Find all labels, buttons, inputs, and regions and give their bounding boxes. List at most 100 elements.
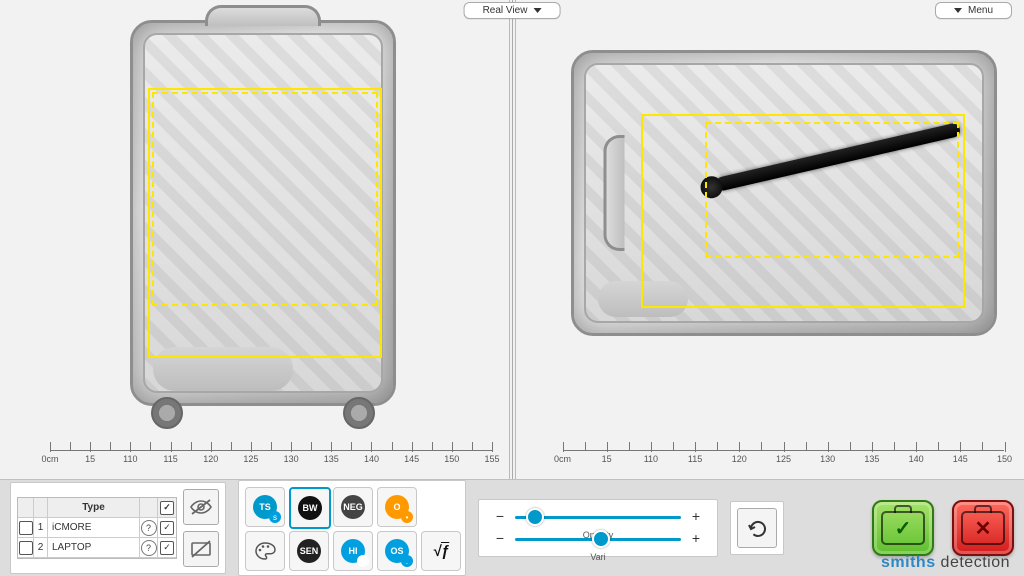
mode-ts-button[interactable]: TSs: [245, 487, 285, 527]
help-icon[interactable]: ?: [141, 520, 157, 536]
mode-orange-button[interactable]: O•: [377, 487, 417, 527]
row-visible-checkbox[interactable]: [160, 541, 174, 555]
vari-thumb[interactable]: [592, 530, 610, 548]
ruler-tick-label: 115: [163, 454, 177, 464]
threat-table-cluster: Type 1 iCMORE ? 2 LAPTOP ?: [10, 482, 226, 574]
ruler-tick-label: 0cm: [41, 454, 58, 464]
left-view-pane[interactable]: 0cm 15 110 115 120 125 130 135 140 145 150 155: [0, 0, 513, 480]
opacity-slider-row: − Opacity +: [493, 510, 703, 524]
mode-bw-button[interactable]: BW: [289, 487, 331, 529]
mode-subbadge: •: [401, 511, 413, 523]
suitcase-icon: ✕: [961, 511, 1005, 545]
opacity-slider[interactable]: Opacity: [515, 516, 681, 519]
suitcase-icon: ✓: [881, 511, 925, 545]
threat-table: Type 1 iCMORE ? 2 LAPTOP ?: [17, 497, 177, 559]
mode-neg-button[interactable]: NEG: [333, 487, 373, 527]
mode-badge: NEG: [341, 495, 365, 519]
mode-cluster: TSsBW NEG O• SEN HIIOS. √ƒ: [238, 480, 466, 576]
undo-cluster: [730, 501, 784, 555]
mode-hi-button[interactable]: HII: [333, 531, 373, 571]
right-view-pane[interactable]: 0cm 15 110 115 120 125 130 135 140 145 150: [513, 0, 1024, 480]
control-bar: Type 1 iCMORE ? 2 LAPTOP ? TSsBW NEG O• SEN…: [0, 479, 1024, 576]
row-index: 2: [34, 538, 48, 558]
ruler-tick-label: 145: [953, 454, 968, 464]
vari-minus-button[interactable]: −: [493, 532, 507, 546]
ruler-tick-label: 135: [324, 454, 339, 464]
palette-icon: [254, 541, 276, 561]
hide-all-button[interactable]: [183, 489, 219, 525]
box-slash-icon: [190, 540, 212, 558]
right-ruler: 0cm15110115120125130135140145150: [563, 442, 1005, 470]
threat-name[interactable]: LAPTOP: [48, 538, 140, 558]
brand-logo: smiths detection: [881, 554, 1010, 572]
ruler-tick-label: 150: [444, 454, 459, 464]
chevron-down-icon: [954, 8, 962, 13]
vari-slider-row: − Vari +: [493, 532, 703, 546]
menu-label: Menu: [968, 5, 993, 16]
ruler-tick-label: 115: [688, 454, 702, 464]
box-hide-button[interactable]: [183, 531, 219, 567]
check-icon: ✓: [883, 513, 923, 543]
mode-subbadge: I: [357, 555, 369, 567]
ruler-tick-label: 155: [484, 454, 499, 464]
help-icon[interactable]: ?: [141, 540, 157, 556]
suitcase-handle-icon: [205, 5, 321, 26]
function-icon: √ƒ: [433, 543, 450, 560]
ruler-tick-label: 125: [243, 454, 258, 464]
mode-sen-button[interactable]: SEN: [289, 531, 329, 571]
sliders-cluster: − Opacity + − Vari +: [478, 499, 718, 557]
vari-label: Vari: [590, 552, 605, 562]
row-visible-checkbox[interactable]: [160, 521, 174, 535]
opacity-thumb[interactable]: [526, 508, 544, 526]
undo-button[interactable]: [737, 508, 777, 548]
mode-paint-button[interactable]: [245, 531, 285, 571]
header-checkbox[interactable]: [160, 501, 174, 515]
ruler-tick-label: 120: [203, 454, 218, 464]
chevron-down-icon: [533, 8, 541, 13]
clear-bag-button[interactable]: ✓: [872, 500, 934, 556]
mode-sqrt-button[interactable]: √ƒ: [421, 531, 461, 571]
row-index: 1: [34, 518, 48, 538]
x-icon: ✕: [963, 513, 1003, 543]
mode-subbadge: .: [401, 555, 413, 567]
vari-slider[interactable]: Vari: [515, 538, 681, 541]
decision-cluster: ✓ ✕: [872, 500, 1014, 556]
wheel-icon: [151, 397, 183, 429]
brand-b: detection: [936, 554, 1010, 571]
ruler-tick-label: 15: [602, 454, 612, 464]
ruler-tick-label: 110: [644, 454, 658, 464]
real-view-dropdown[interactable]: Real View: [464, 2, 561, 19]
ruler-tick-label: 135: [864, 454, 879, 464]
vari-plus-button[interactable]: +: [689, 532, 703, 546]
mode-subbadge: s: [269, 511, 281, 523]
ruler-tick-label: 130: [820, 454, 835, 464]
ruler-tick-label: 0cm: [554, 454, 571, 464]
ruler-tick-label: 110: [123, 454, 137, 464]
detection-box-dashed[interactable]: [152, 92, 378, 306]
undo-icon: [746, 517, 768, 539]
row-select-checkbox[interactable]: [19, 541, 33, 555]
left-ruler: 0cm15110115120125130135140145150155: [50, 442, 492, 470]
real-view-label: Real View: [483, 5, 528, 16]
ruler-tick-label: 125: [776, 454, 791, 464]
mode-badge: SEN: [297, 539, 321, 563]
ruler-tick-label: 140: [364, 454, 379, 464]
suitcase-handle-icon: [603, 135, 624, 251]
reject-bag-button[interactable]: ✕: [952, 500, 1014, 556]
threat-table-header-type: Type: [48, 498, 140, 518]
opacity-minus-button[interactable]: −: [493, 510, 507, 524]
ruler-tick-label: 120: [732, 454, 747, 464]
detection-box-dashed[interactable]: [705, 122, 959, 258]
brand-a: smiths: [881, 554, 936, 571]
menu-dropdown[interactable]: Menu: [935, 2, 1012, 19]
mode-os-button[interactable]: OS.: [377, 531, 417, 571]
ruler-tick-label: 130: [284, 454, 299, 464]
eye-slash-icon: [190, 499, 212, 515]
opacity-plus-button[interactable]: +: [689, 510, 703, 524]
ruler-tick-label: 15: [85, 454, 95, 464]
row-select-checkbox[interactable]: [19, 521, 33, 535]
ruler-tick-label: 150: [997, 454, 1012, 464]
threat-name[interactable]: iCMORE: [48, 518, 140, 538]
ruler-tick-label: 140: [909, 454, 924, 464]
ruler-tick-label: 145: [404, 454, 419, 464]
